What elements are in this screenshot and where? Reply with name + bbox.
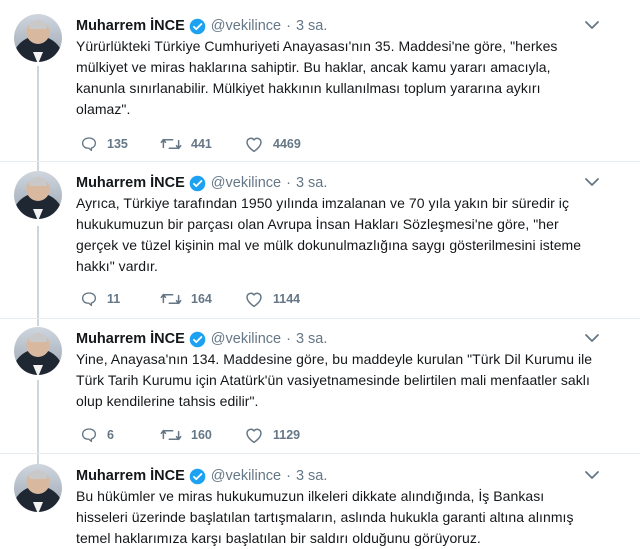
tweet-text: Yürürlükteki Türkiye Cumhuriyeti Anayasa… [76,38,558,117]
timestamp[interactable]: 3 sa. [296,468,327,484]
timestamp[interactable]: 3 sa. [296,175,327,191]
tweet-text: Bu hükümler ve miras hukukumuzun ilkeler… [76,488,574,546]
like-button[interactable]: 1129 [244,425,300,445]
retweet-icon [160,429,182,441]
retweet-count: 160 [191,428,212,442]
separator-dot: · [286,468,291,484]
divider [0,318,640,319]
like-count: 1144 [273,292,301,306]
like-button[interactable]: 1144 [244,289,300,309]
like-count: 4469 [273,137,301,151]
timestamp[interactable]: 3 sa. [296,18,327,34]
verified-badge-icon [189,331,206,347]
tweet-header: Muharrem İNCE @vekilince · 3 sa. [76,16,327,36]
like-icon [246,292,262,308]
separator-dot: · [286,18,291,34]
reply-icon [81,428,97,443]
verified-badge-icon [189,468,206,484]
thread-line [37,226,39,326]
chevron-down-icon[interactable] [583,175,601,189]
reply-button[interactable]: 135 [80,134,128,154]
chevron-down-icon[interactable] [583,468,601,482]
avatar[interactable] [14,464,62,512]
like-icon [246,137,262,153]
author-handle[interactable]: @vekilince [211,175,281,191]
reply-count: 6 [107,428,114,442]
chevron-down-icon[interactable] [583,18,601,32]
divider [0,161,640,162]
verified-badge-icon [189,175,206,191]
retweet-icon [160,293,182,305]
retweet-count: 164 [191,292,212,306]
like-icon [246,428,262,444]
tweet-header: Muharrem İNCE @vekilince · 3 sa. [76,173,327,193]
timestamp[interactable]: 3 sa. [296,331,327,347]
reply-count: 11 [107,292,121,306]
author-handle[interactable]: @vekilince [211,18,281,34]
avatar[interactable] [14,14,62,62]
retweet-count: 441 [191,137,212,151]
separator-dot: · [286,331,291,347]
reply-button[interactable]: 11 [80,289,120,309]
reply-icon [81,137,97,152]
tweet-header: Muharrem İNCE @vekilince · 3 sa. [76,466,327,486]
author-name[interactable]: Muharrem İNCE [76,468,185,484]
retweet-button[interactable]: 441 [160,134,212,154]
thread-line [37,66,39,174]
author-handle[interactable]: @vekilince [211,468,281,484]
verified-badge-icon [189,18,206,34]
author-name[interactable]: Muharrem İNCE [76,175,185,191]
separator-dot: · [286,175,291,191]
reply-button[interactable]: 6 [80,425,114,445]
tweet-text: Yine, Anayasa'nın 134. Maddesine göre, b… [76,351,593,409]
chevron-down-icon[interactable] [583,331,601,345]
avatar[interactable] [14,171,62,219]
author-name[interactable]: Muharrem İNCE [76,331,185,347]
author-name[interactable]: Muharrem İNCE [76,18,185,34]
retweet-button[interactable]: 164 [160,289,212,309]
tweet-header: Muharrem İNCE @vekilince · 3 sa. [76,329,327,349]
reply-count: 135 [107,137,128,151]
retweet-button[interactable]: 160 [160,425,212,445]
tweet-text: Ayrıca, Türkiye tarafından 1950 yılında … [76,195,582,274]
retweet-icon [160,138,182,150]
like-count: 1129 [273,428,301,442]
author-handle[interactable]: @vekilince [211,331,281,347]
reply-icon [81,292,97,307]
divider [0,453,640,454]
like-button[interactable]: 4469 [244,134,301,154]
avatar[interactable] [14,327,62,375]
